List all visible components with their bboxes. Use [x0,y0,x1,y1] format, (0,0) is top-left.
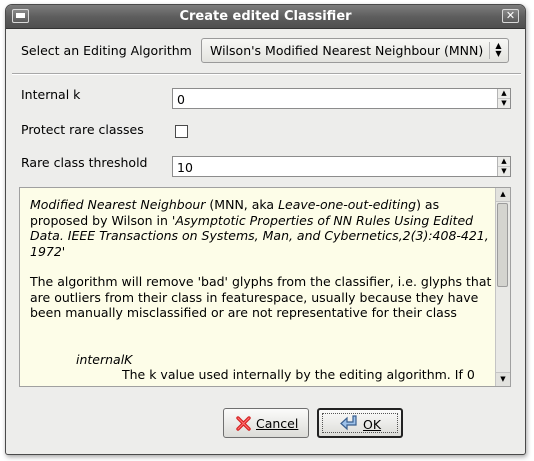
internal-k-stepper[interactable]: ▲ ▼ [497,89,510,108]
spin-down-icon[interactable]: ▼ [498,166,510,176]
description-text: Modified Nearest Neighbour (MNN, aka Lea… [30,197,495,383]
internal-k-value[interactable]: 0 [177,92,185,107]
rare-threshold-label: Rare class threshold [21,155,148,170]
separator [12,73,521,75]
title-bar[interactable]: Create edited Classifier ✕ [6,5,525,29]
description-scrollbar[interactable]: ▲ ▼ [495,188,510,386]
combo-separator [489,42,490,59]
rare-threshold-stepper[interactable]: ▲ ▼ [497,157,510,176]
algorithm-name: Modified Nearest Neighbour [30,197,206,212]
ok-label: OK [363,417,382,432]
text-span: (MNN, aka [205,197,279,212]
protect-rare-checkbox[interactable] [175,125,188,138]
description-panel[interactable]: Modified Nearest Neighbour (MNN, aka Lea… [19,187,511,387]
param-description: The k value used internally by the editi… [122,367,475,382]
internal-k-label: Internal k [21,87,81,102]
close-icon[interactable]: ✕ [502,9,519,23]
description-body: The algorithm will remove 'bad' glyphs f… [30,274,492,320]
alias-name: Leave-one-out-editing [278,197,417,212]
rare-threshold-value[interactable]: 10 [177,160,193,175]
scroll-down-icon[interactable]: ▼ [496,372,510,386]
enter-arrow-icon [340,415,357,431]
window-title: Create edited Classifier [179,9,352,24]
description-intro: Modified Nearest Neighbour (MNN, aka Lea… [30,197,495,259]
ok-button[interactable]: OK [317,408,403,438]
dialog-window: Create edited Classifier ✕ Select an Edi… [5,4,526,455]
rare-threshold-spinbox[interactable]: 10 ▲ ▼ [172,156,511,177]
spin-up-icon[interactable]: ▲ [498,157,510,166]
internal-k-spinbox[interactable]: 0 ▲ ▼ [172,88,511,109]
algorithm-label: Select an Editing Algorithm [21,43,192,58]
algorithm-select[interactable]: Wilson's Modified Nearest Neighbour (MNN… [201,38,509,63]
cancel-label: Cancel [256,416,299,431]
scroll-up-icon[interactable]: ▲ [496,188,510,202]
protect-rare-label: Protect rare classes [21,122,144,137]
cancel-button[interactable]: Cancel [223,408,309,438]
x-icon [236,416,251,431]
algorithm-selected-value: Wilson's Modified Nearest Neighbour (MNN… [210,43,484,58]
updown-arrows-icon: ▲ ▼ [495,41,502,58]
spin-up-icon[interactable]: ▲ [498,89,510,98]
scroll-thumb[interactable] [497,203,508,287]
param-name: internalK [76,351,133,367]
spin-down-icon[interactable]: ▼ [498,98,510,108]
